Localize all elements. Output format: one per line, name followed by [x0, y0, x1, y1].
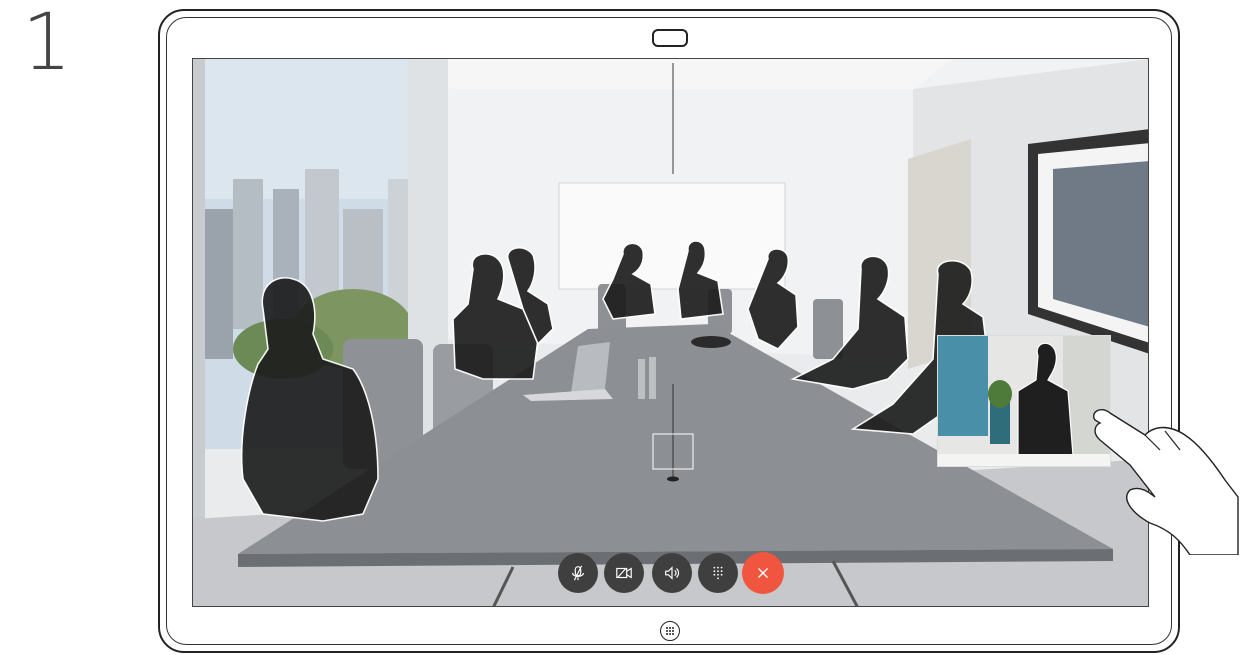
- conference-room-scene: [193, 59, 1148, 606]
- hand-pointer-icon: [1093, 409, 1239, 555]
- camera-button[interactable]: [604, 553, 644, 593]
- home-dots-icon: [666, 627, 674, 635]
- home-button[interactable]: [660, 621, 680, 641]
- self-view-pip[interactable]: [937, 335, 1111, 467]
- self-view-image: [938, 336, 1110, 466]
- camera-off-icon: [616, 567, 632, 579]
- mute-button[interactable]: [558, 553, 598, 593]
- volume-button[interactable]: [652, 553, 692, 593]
- speaker-icon: [665, 566, 680, 580]
- step-number: 1: [22, 0, 72, 88]
- keypad-icon: [713, 566, 723, 580]
- camera-icon: [652, 29, 688, 47]
- call-controls: [558, 552, 788, 595]
- close-icon: [758, 568, 768, 578]
- keypad-button[interactable]: [698, 553, 738, 593]
- video-call-screen[interactable]: [192, 58, 1149, 607]
- end-call-button[interactable]: [742, 552, 784, 594]
- microphone-muted-icon: [572, 565, 584, 581]
